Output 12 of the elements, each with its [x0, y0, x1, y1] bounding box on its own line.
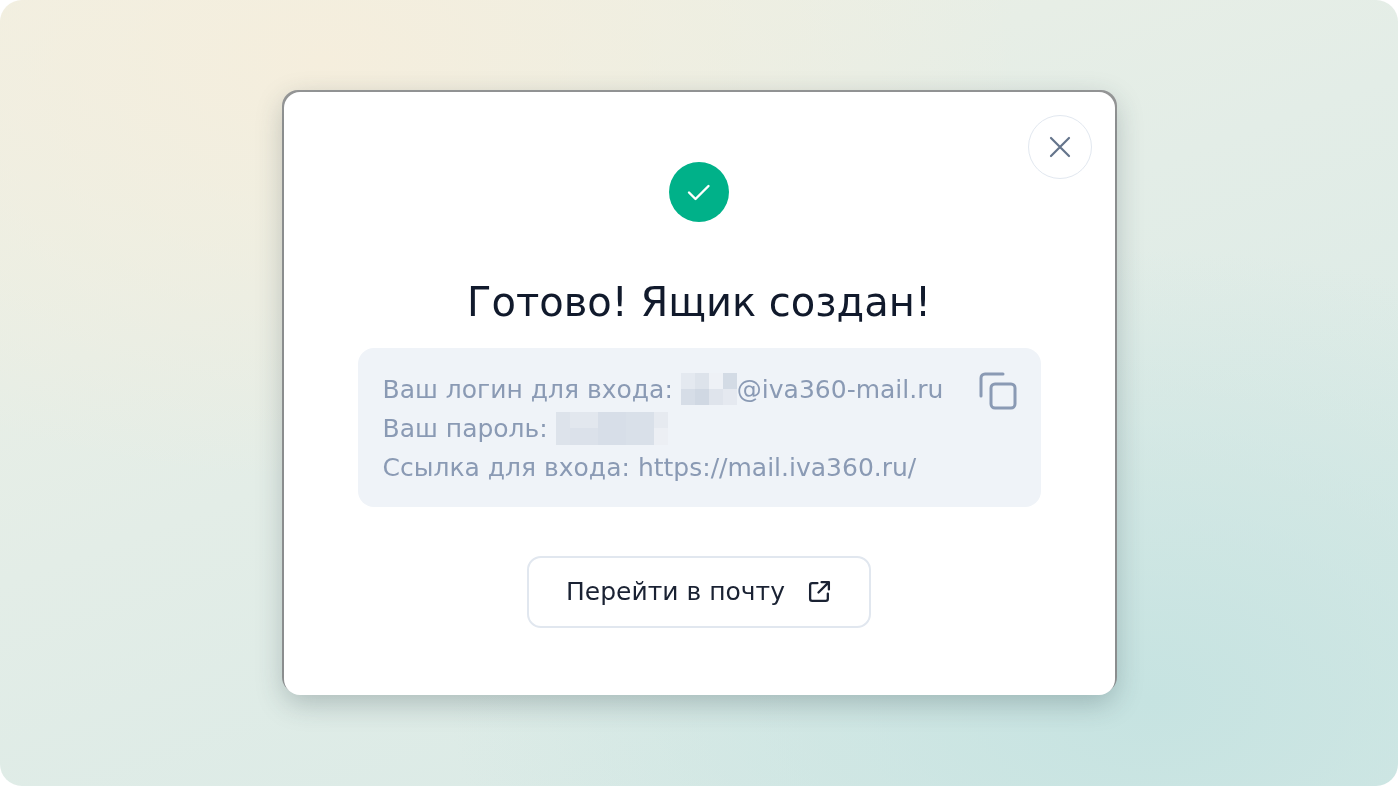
dialog-title: Готово! Ящик создан!	[467, 279, 931, 324]
copy-button[interactable]	[978, 371, 1017, 410]
credential-value: @iva360-mail.ru	[736, 374, 944, 404]
close-icon	[1047, 134, 1072, 159]
credential-value: https://mail.iva360.ru/	[637, 452, 917, 482]
credential-label: Ссылка для входа:	[382, 452, 630, 482]
credential-label: Ваш пароль:	[382, 413, 548, 443]
credential-label: Ваш логин для входа:	[382, 374, 673, 404]
external-link-icon	[806, 579, 832, 604]
open-mail-button[interactable]: Перейти в почту	[527, 555, 871, 628]
copy-icon	[978, 371, 1017, 410]
success-check-icon	[669, 161, 729, 222]
